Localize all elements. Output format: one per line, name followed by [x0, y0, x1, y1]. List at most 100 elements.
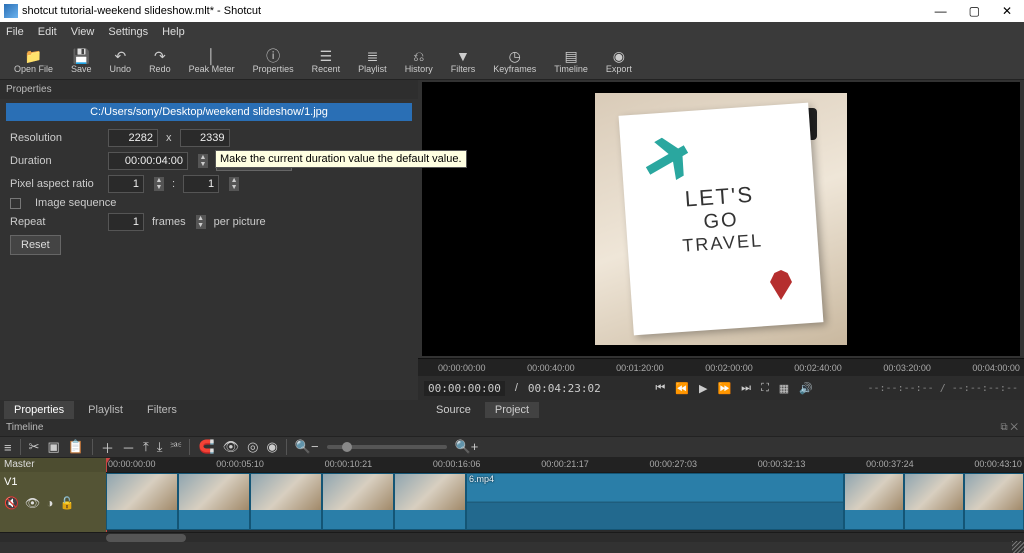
duration-field[interactable]: 00:00:04:00 — [108, 152, 188, 170]
track-composite-icon[interactable]: ◑ — [46, 496, 53, 510]
smpte-display: --:--:--:-- / --:--:--:-- — [867, 383, 1018, 394]
toolbar-peak-meter[interactable]: │Peak Meter — [181, 46, 243, 76]
play-button[interactable]: ▶ — [699, 382, 707, 395]
clip-9[interactable] — [964, 473, 1024, 530]
clip-2[interactable] — [178, 473, 250, 530]
tl-zoom-slider[interactable] — [327, 445, 447, 449]
tl-append-button[interactable]: ＋ — [101, 438, 114, 457]
skip-prev-button[interactable]: ⏮ — [655, 382, 665, 395]
tab-project[interactable]: Project — [485, 402, 539, 418]
repeat-spinner[interactable]: ▲▼ — [196, 215, 206, 229]
timeline-ruler[interactable]: 00:00:00:00 00:00:05:10 00:00:10:21 00:0… — [106, 458, 1024, 472]
reset-button[interactable]: Reset — [10, 235, 61, 255]
clip-3[interactable] — [250, 473, 322, 530]
track-mute-icon[interactable]: 🔇 — [4, 496, 19, 510]
toolbar-timeline[interactable]: ▤Timeline — [546, 46, 596, 76]
tl-ripple-all-button[interactable]: ◉ — [266, 439, 277, 455]
track-hide-icon[interactable]: 👁 — [25, 496, 40, 510]
position-time[interactable]: 00:00:00:00 — [424, 381, 505, 396]
tl-ripple-button[interactable]: ◎ — [247, 439, 258, 455]
preview-ruler[interactable]: 00:00:00:00 00:00:40:00 00:01:20:00 00:0… — [418, 358, 1024, 376]
rewind-button[interactable]: ⏪ — [675, 382, 689, 395]
par-a-field[interactable]: 1 — [108, 175, 144, 193]
tab-source[interactable]: Source — [426, 402, 481, 418]
toolbar-undo[interactable]: ↶Undo — [102, 46, 140, 76]
grid-button[interactable]: ▦ — [779, 382, 789, 395]
tl-overwrite-button[interactable]: ⤓ — [157, 439, 163, 455]
tracks-area[interactable]: 00:00:00:00 00:00:05:10 00:00:10:21 00:0… — [106, 458, 1024, 532]
resolution-x: x — [166, 132, 172, 144]
timeline-pop-out[interactable]: ⧉ ✕ — [1000, 422, 1018, 434]
clip-8[interactable] — [904, 473, 964, 530]
tl-lift-button[interactable]: ⤒ — [143, 439, 149, 455]
zoom-button[interactable]: ⛶ — [761, 382, 769, 395]
par-sep: : — [172, 178, 175, 190]
transport-bar: 00:00:00:00 / 00:04:23:02 ⏮ ⏪ ▶ ⏩ ⏭ ⛶ ▦ … — [418, 376, 1024, 400]
titlebar: shotcut tutorial-weekend slideshow.mlt* … — [0, 0, 1024, 22]
export-icon: ◉ — [613, 48, 625, 64]
tl-split-button[interactable]: ⎃ — [171, 439, 182, 455]
toolbar-export[interactable]: ◉Export — [598, 46, 640, 76]
undo-icon: ↶ — [114, 48, 126, 64]
duration-tooltip: Make the current duration value the defa… — [215, 150, 467, 168]
tab-filters[interactable]: Filters — [137, 401, 187, 419]
clip-7[interactable] — [844, 473, 904, 530]
tl-copy-button[interactable]: ▣ — [48, 439, 60, 455]
tl-cut-button[interactable]: ✂ — [29, 439, 40, 455]
clip-4[interactable] — [322, 473, 394, 530]
tl-zoom-out-button[interactable]: 🔍− — [295, 439, 319, 455]
toolbar-history[interactable]: ⎌History — [397, 46, 441, 76]
duration-label: Duration — [10, 155, 100, 167]
toolbar-save[interactable]: 💾Save — [63, 46, 100, 76]
minimize-button[interactable]: — — [935, 4, 947, 18]
fast-forward-button[interactable]: ⏩ — [717, 382, 731, 395]
close-button[interactable]: ✕ — [1002, 4, 1012, 18]
par-b-field[interactable]: 1 — [183, 175, 219, 193]
repeat-field[interactable]: 1 — [108, 213, 144, 231]
image-sequence-checkbox[interactable] — [10, 198, 21, 209]
maximize-button[interactable]: ▢ — [969, 4, 980, 18]
track-v1[interactable]: V1 🔇 👁 ◑ 🔓 — [0, 472, 106, 532]
skip-next-button[interactable]: ⏭ — [741, 382, 751, 395]
menu-help[interactable]: Help — [162, 26, 185, 38]
preview-text-2: GO — [703, 209, 740, 234]
source-file-path: C:/Users/sony/Desktop/weekend slideshow/… — [6, 103, 412, 121]
toolbar-recent[interactable]: ☰Recent — [304, 46, 349, 76]
preview-viewport[interactable]: LET'S GO TRAVEL — [422, 82, 1020, 356]
toolbar-filters[interactable]: ▼Filters — [443, 46, 484, 76]
menu-view[interactable]: View — [71, 26, 95, 38]
menu-settings[interactable]: Settings — [108, 26, 148, 38]
tl-zoom-in-button[interactable]: 🔍+ — [455, 439, 479, 455]
menu-file[interactable]: File — [6, 26, 24, 38]
history-icon: ⎌ — [413, 48, 424, 64]
preview-panel: LET'S GO TRAVEL 00:00:00:00 00:00:40:00 … — [418, 80, 1024, 420]
toolbar-properties[interactable]: ⓘProperties — [245, 46, 302, 76]
resize-grip[interactable] — [1012, 541, 1024, 553]
tl-remove-button[interactable]: － — [122, 438, 135, 457]
toolbar-keyframes[interactable]: ◷Keyframes — [485, 46, 544, 76]
toolbar-open-file[interactable]: 📁Open File — [6, 46, 61, 76]
toolbar-playlist[interactable]: ≣Playlist — [350, 46, 395, 76]
menu-edit[interactable]: Edit — [38, 26, 57, 38]
tl-scrub-button[interactable]: 👁 — [223, 439, 240, 455]
timeline-icon: ▤ — [564, 48, 577, 64]
recent-icon: ☰ — [320, 48, 333, 64]
tl-menu-button[interactable]: ≡ — [4, 440, 12, 455]
tl-paste-button[interactable]: 📋 — [68, 439, 84, 455]
duration-spinner[interactable]: ▲▼ — [198, 154, 208, 168]
clip-6[interactable]: 6.mp4 — [466, 473, 844, 530]
volume-button[interactable]: 🔊 — [799, 382, 813, 395]
par-a-spinner[interactable]: ▲▼ — [154, 177, 164, 191]
info-icon: ⓘ — [266, 48, 280, 64]
track-lock-icon[interactable]: 🔓 — [59, 496, 74, 510]
clip-1[interactable] — [106, 473, 178, 530]
clip-5[interactable] — [394, 473, 466, 530]
tab-properties[interactable]: Properties — [4, 401, 74, 419]
toolbar-redo[interactable]: ↷Redo — [141, 46, 179, 76]
tab-playlist[interactable]: Playlist — [78, 401, 133, 419]
timeline-hscrollbar[interactable] — [0, 532, 1024, 542]
par-b-spinner[interactable]: ▲▼ — [229, 177, 239, 191]
properties-header: Properties — [0, 80, 418, 99]
tl-snap-button[interactable]: 🧲 — [198, 439, 214, 455]
track-master[interactable]: Master — [0, 458, 106, 472]
